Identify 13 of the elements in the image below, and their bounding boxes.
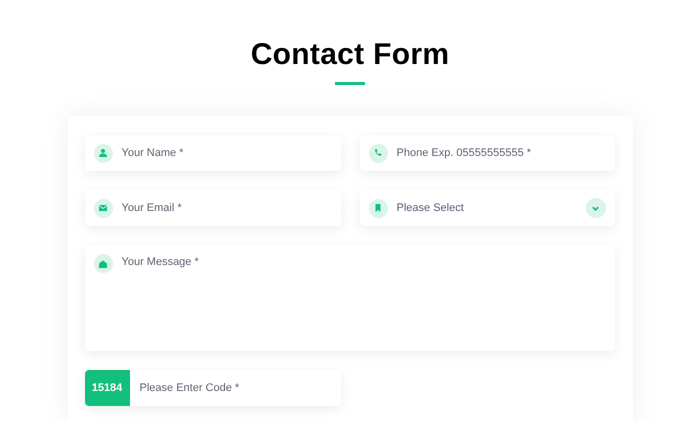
bookmark-icon <box>373 203 383 213</box>
phone-icon <box>373 148 383 158</box>
person-icon <box>98 148 108 158</box>
select-field[interactable]: Please Select <box>360 190 614 226</box>
code-field[interactable]: Please Enter Code * <box>130 370 340 406</box>
mail-icon <box>98 203 108 213</box>
captcha-code: 15184 <box>84 370 130 406</box>
page-title: Contact Form <box>250 37 450 73</box>
input-field[interactable]: Your Email * <box>122 198 332 218</box>
select-value: Please Select <box>396 202 465 214</box>
input-field[interactable]: Phone Exp. 05555555555 * <box>396 144 606 162</box>
chevron-down-icon[interactable] <box>586 198 606 218</box>
input-field[interactable]: Your Name * <box>122 144 332 162</box>
